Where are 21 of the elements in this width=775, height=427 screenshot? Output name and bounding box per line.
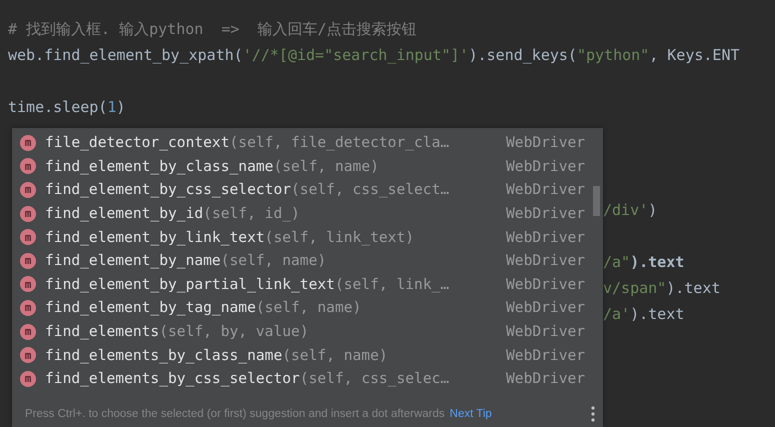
code-line: # 找到输入框. 输入python => 输入回车/点击搜索按钮: [8, 19, 418, 40]
suggestion-item[interactable]: m find_elements_by_class_name(self, name) WebDriver: [12, 343, 603, 367]
code-line: /a').text: [603, 304, 684, 325]
suggestion-item[interactable]: m find_element_by_link_text(self, link_text) WebDriver: [12, 225, 603, 249]
suggestion-item[interactable]: m find_element_by_class_name(self, name) WebDriver: [12, 154, 603, 178]
code-line: v/span").text: [603, 278, 720, 299]
code-line: web.find_element_by_xpath('//*[@id="search_input"]').send_keys("python", Keys.ENT: [8, 45, 741, 66]
more-icon[interactable]: [591, 406, 595, 422]
code-line: /div'): [603, 200, 658, 221]
suggestion-item[interactable]: m find_element_by_css_selector(self, css_select… WebDriver: [12, 178, 603, 202]
suggestion-item[interactable]: m find_elements_by_css_selector(self, css_selec… WebDriver: [12, 366, 603, 391]
suggestion-item[interactable]: m find_elements(self, by, value) WebDriver: [12, 320, 603, 344]
suggestion-item[interactable]: m find_element_by_tag_name(self, name) WebDriver: [12, 296, 603, 320]
code-line: time.sleep(1): [8, 97, 126, 118]
scrollbar-thumb[interactable]: [593, 186, 600, 216]
hint-text: Press Ctrl+. to choose the selected (or first) suggestion and insert a dot afterwards: [25, 408, 445, 420]
suggestion-item[interactable]: m find_element_by_name(self, name) WebDriver: [12, 248, 603, 273]
suggestion-item[interactable]: m file_detector_context(self, file_detector_cla… WebDriver: [12, 131, 603, 155]
code-line: /a").text: [603, 252, 684, 273]
suggestion-item[interactable]: m find_element_by_id(self, id_) WebDriver: [12, 202, 603, 226]
suggestion-item[interactable]: m find_element_by_partial_link_text(self, link_… WebDriver: [12, 272, 603, 296]
